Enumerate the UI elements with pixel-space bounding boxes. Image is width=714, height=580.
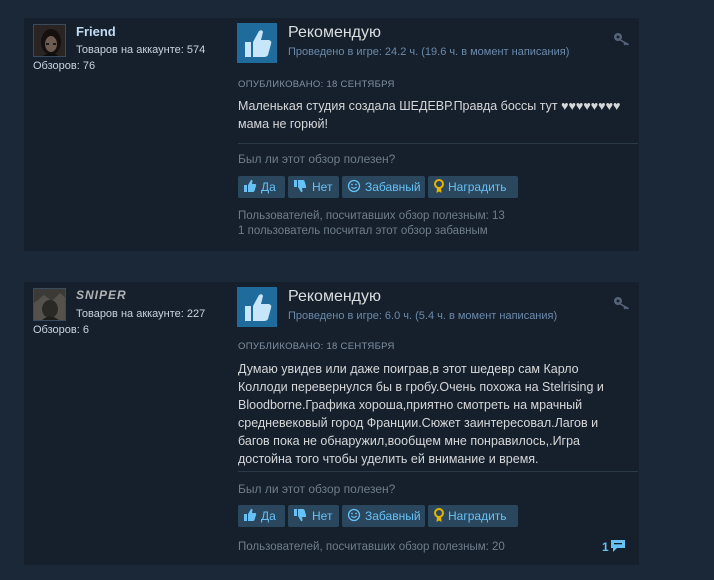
helpful-question: Был ли этот обзор полезен? [238, 482, 396, 496]
author-name[interactable]: SNIPER [76, 288, 127, 302]
vote-funny-button[interactable]: Забавный [342, 176, 425, 198]
review-card: SNIPER Товаров на аккаунте: 227 Обзоров:… [24, 282, 639, 565]
review-body: Думаю увидев или даже поиграв,в этот шед… [238, 362, 604, 466]
key-icon [613, 32, 631, 51]
award-label: Наградить [448, 509, 507, 523]
author-name[interactable]: Friend [76, 24, 116, 39]
vote-funny-label: Забавный [365, 180, 421, 194]
reviews-count[interactable]: Обзоров: 76 [33, 60, 95, 72]
vote-yes-label: Да [261, 180, 276, 194]
smiley-icon [347, 508, 361, 522]
posted-date: ОПУБЛИКОВАНО: 18 СЕНТЯБРЯ [238, 341, 395, 352]
verdict-title[interactable]: Рекомендую [288, 288, 381, 306]
thumbs-down-icon [294, 180, 307, 193]
award-button[interactable]: Наградить [428, 505, 518, 527]
vote-no-button[interactable]: Нет [288, 176, 339, 198]
award-icon [434, 508, 444, 522]
playtime: Проведено в игре: 24.2 ч. (19.6 ч. в мом… [288, 46, 570, 58]
award-button[interactable]: Наградить [428, 176, 518, 198]
key-icon [613, 296, 631, 315]
thumbs-up-icon [237, 287, 277, 327]
vote-yes-button[interactable]: Да [238, 505, 285, 527]
vote-funny-button[interactable]: Забавный [342, 505, 425, 527]
vote-yes-button[interactable]: Да [238, 176, 285, 198]
thumbs-up-icon [244, 179, 257, 192]
vote-yes-label: Да [261, 509, 276, 523]
thumbs-down-icon [294, 509, 307, 522]
vote-no-label: Нет [312, 180, 333, 194]
comment-icon [611, 540, 625, 552]
comments-count: 1 [602, 540, 609, 554]
verdict-title[interactable]: Рекомендую [288, 24, 381, 42]
award-icon [434, 179, 444, 193]
divider [238, 471, 638, 472]
thumbs-up-icon [244, 508, 257, 521]
vote-no-label: Нет [312, 509, 333, 523]
vote-no-button[interactable]: Нет [288, 505, 339, 527]
thumbs-up-icon [237, 23, 277, 63]
playtime: Проведено в игре: 6.0 ч. (5.4 ч. в момен… [288, 310, 558, 322]
smiley-icon [347, 179, 361, 193]
vote-funny-label: Забавный [365, 509, 421, 523]
divider [238, 143, 638, 144]
products-count[interactable]: Товаров на аккаунте: 227 [76, 308, 205, 320]
posted-date: ОПУБЛИКОВАНО: 18 СЕНТЯБРЯ [238, 79, 395, 90]
products-count[interactable]: Товаров на аккаунте: 574 [76, 44, 205, 56]
review-body: Маленькая студия создала ШЕДЕВР.Правда б… [238, 99, 621, 131]
helpful-stat: Пользователей, посчитавших обзор полезны… [238, 210, 505, 222]
author-avatar[interactable] [33, 288, 66, 321]
helpful-stat: Пользователей, посчитавших обзор полезны… [238, 541, 505, 553]
review-card: Friend Товаров на аккаунте: 574 Обзоров:… [24, 18, 639, 251]
funny-stat: 1 пользователь посчитал этот обзор забав… [238, 225, 488, 237]
comments-link[interactable]: 1 [602, 540, 625, 554]
award-label: Наградить [448, 180, 507, 194]
author-avatar[interactable] [33, 24, 66, 57]
helpful-question: Был ли этот обзор полезен? [238, 152, 396, 166]
reviews-count[interactable]: Обзоров: 6 [33, 324, 89, 336]
